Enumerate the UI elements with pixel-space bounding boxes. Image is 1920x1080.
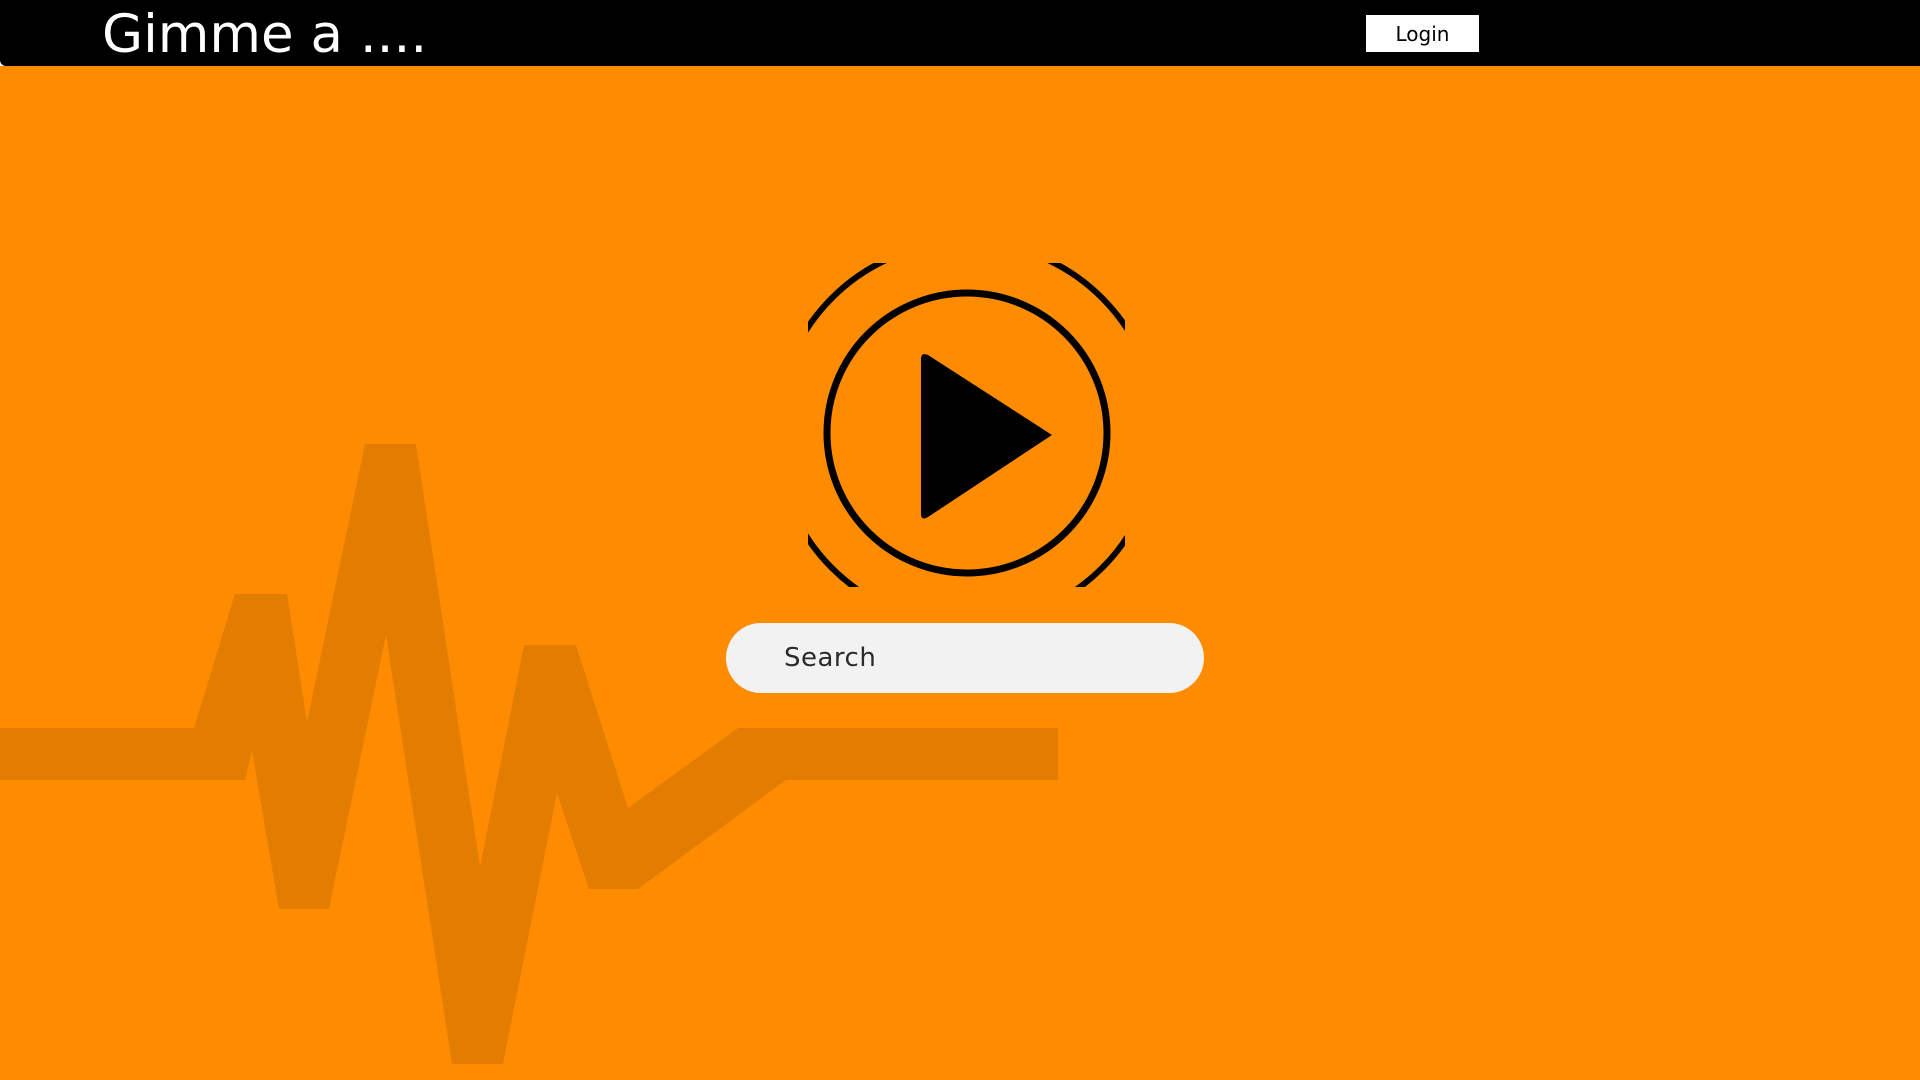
top-bar: Gimme a .... Login <box>0 0 1920 66</box>
login-button[interactable]: Login <box>1366 15 1479 52</box>
play-button-icon <box>808 263 1125 587</box>
hero-section <box>0 66 1920 1080</box>
page: Gimme a .... Login <box>0 0 1920 1080</box>
search-input[interactable] <box>784 638 1164 678</box>
site-title: Gimme a .... <box>102 4 428 65</box>
search-bar <box>726 623 1204 693</box>
